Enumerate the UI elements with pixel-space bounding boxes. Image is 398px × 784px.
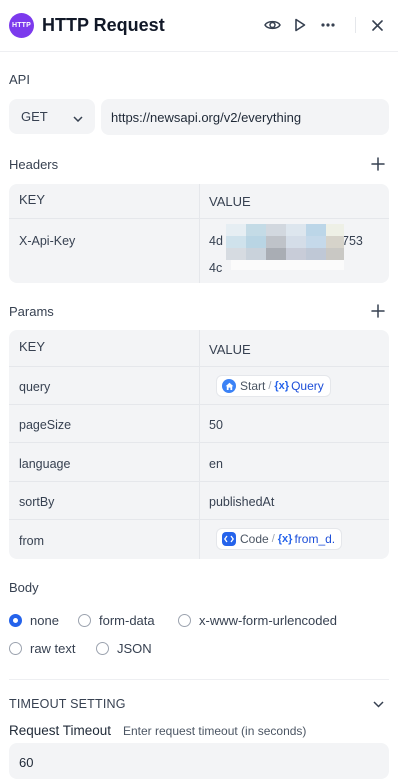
radio-label: none xyxy=(30,613,59,628)
radio-label: raw text xyxy=(30,641,76,656)
radio-icon xyxy=(78,614,91,627)
table-row[interactable]: query Start / {x} Query xyxy=(9,367,389,405)
key-column-header: KEY xyxy=(19,192,46,207)
body-radio-urlencoded[interactable]: x-www-form-urlencoded xyxy=(178,613,337,628)
param-key[interactable]: language xyxy=(19,457,70,471)
home-icon xyxy=(222,379,236,393)
chevron-down-icon[interactable] xyxy=(370,696,386,712)
chip-source: Start xyxy=(240,379,266,393)
chip-source: Code xyxy=(240,532,269,546)
timeout-hint: Enter request timeout (in seconds) xyxy=(123,724,307,738)
radio-label: JSON xyxy=(117,641,152,656)
radio-icon xyxy=(96,642,109,655)
code-icon xyxy=(222,532,236,546)
param-key[interactable]: pageSize xyxy=(19,418,71,432)
param-value[interactable]: 50 xyxy=(209,418,223,432)
body-radio-none[interactable]: none xyxy=(9,613,59,628)
header-divider xyxy=(355,17,356,33)
variable-icon: {x} xyxy=(277,533,293,545)
headers-label: Headers xyxy=(9,157,59,172)
chevron-down-icon xyxy=(73,110,83,125)
radio-selected-icon xyxy=(9,614,22,627)
table-row[interactable]: from Code / {x} from_d. xyxy=(9,520,389,559)
radio-icon xyxy=(178,614,191,627)
method-select[interactable]: GET xyxy=(9,99,95,134)
add-param-icon[interactable] xyxy=(370,303,386,319)
params-table: KEY VALUE query Start / {x} Query pageSi… xyxy=(9,330,389,559)
param-key[interactable]: from xyxy=(19,534,44,548)
timeout-field-label: Request Timeout xyxy=(9,723,112,738)
logo-text: HTTP xyxy=(11,22,32,29)
table-row[interactable]: X-Api-Key 4d 4c 753 xyxy=(9,219,389,283)
radio-label: x-www-form-urlencoded xyxy=(199,613,337,628)
params-label: Params xyxy=(9,304,54,319)
body-radio-form-data[interactable]: form-data xyxy=(78,613,155,628)
headers-table-head: KEY VALUE xyxy=(9,184,389,219)
chip-separator: / xyxy=(271,533,275,545)
radio-label: form-data xyxy=(99,613,155,628)
table-row[interactable]: pageSize 50 xyxy=(9,405,389,443)
body-radio-json[interactable]: JSON xyxy=(96,641,152,656)
radio-icon xyxy=(9,642,22,655)
header-value-suffix[interactable]: 753 xyxy=(342,234,363,248)
chip-variable: from_d. xyxy=(294,532,336,546)
header-key[interactable]: X-Api-Key xyxy=(19,234,75,248)
api-label: API xyxy=(9,72,30,87)
params-table-head: KEY VALUE xyxy=(9,330,389,367)
table-row[interactable]: sortBy publishedAt xyxy=(9,482,389,520)
chip-separator: / xyxy=(268,380,272,392)
variable-chip[interactable]: Start / {x} Query xyxy=(216,375,331,397)
timeout-section-label: TIMEOUT SETTING xyxy=(9,697,126,711)
add-header-icon[interactable] xyxy=(370,156,386,172)
method-value: GET xyxy=(21,109,48,124)
table-row[interactable]: language en xyxy=(9,443,389,482)
http-logo-icon: HTTP xyxy=(9,13,34,38)
url-input[interactable]: https://newsapi.org/v2/everything xyxy=(101,99,389,135)
section-divider xyxy=(9,679,389,680)
value-column-header: VALUE xyxy=(209,194,251,209)
chip-variable: Query xyxy=(291,379,324,393)
body-label: Body xyxy=(9,580,39,595)
timeout-input[interactable]: 60 xyxy=(9,743,389,779)
param-value[interactable]: publishedAt xyxy=(209,495,274,509)
redacted-value xyxy=(226,224,344,270)
play-icon[interactable] xyxy=(291,16,309,34)
param-value[interactable]: en xyxy=(209,457,223,471)
panel-header: HTTP HTTP Request xyxy=(0,0,398,52)
param-key[interactable]: sortBy xyxy=(19,495,54,509)
close-icon[interactable] xyxy=(368,16,386,34)
body-radio-raw-text[interactable]: raw text xyxy=(9,641,76,656)
value-column-header: VALUE xyxy=(209,342,251,357)
panel-title: HTTP Request xyxy=(42,15,165,35)
more-icon[interactable] xyxy=(319,16,337,34)
variable-icon: {x} xyxy=(274,380,290,392)
param-key[interactable]: query xyxy=(19,380,50,394)
variable-chip[interactable]: Code / {x} from_d. xyxy=(216,528,343,550)
headers-table: KEY VALUE X-Api-Key 4d 4c 753 xyxy=(9,184,389,283)
header-value-line2[interactable]: 4c xyxy=(209,261,222,275)
header-value-prefix[interactable]: 4d xyxy=(209,234,223,248)
key-column-header: KEY xyxy=(19,339,46,354)
eye-icon[interactable] xyxy=(263,16,281,34)
